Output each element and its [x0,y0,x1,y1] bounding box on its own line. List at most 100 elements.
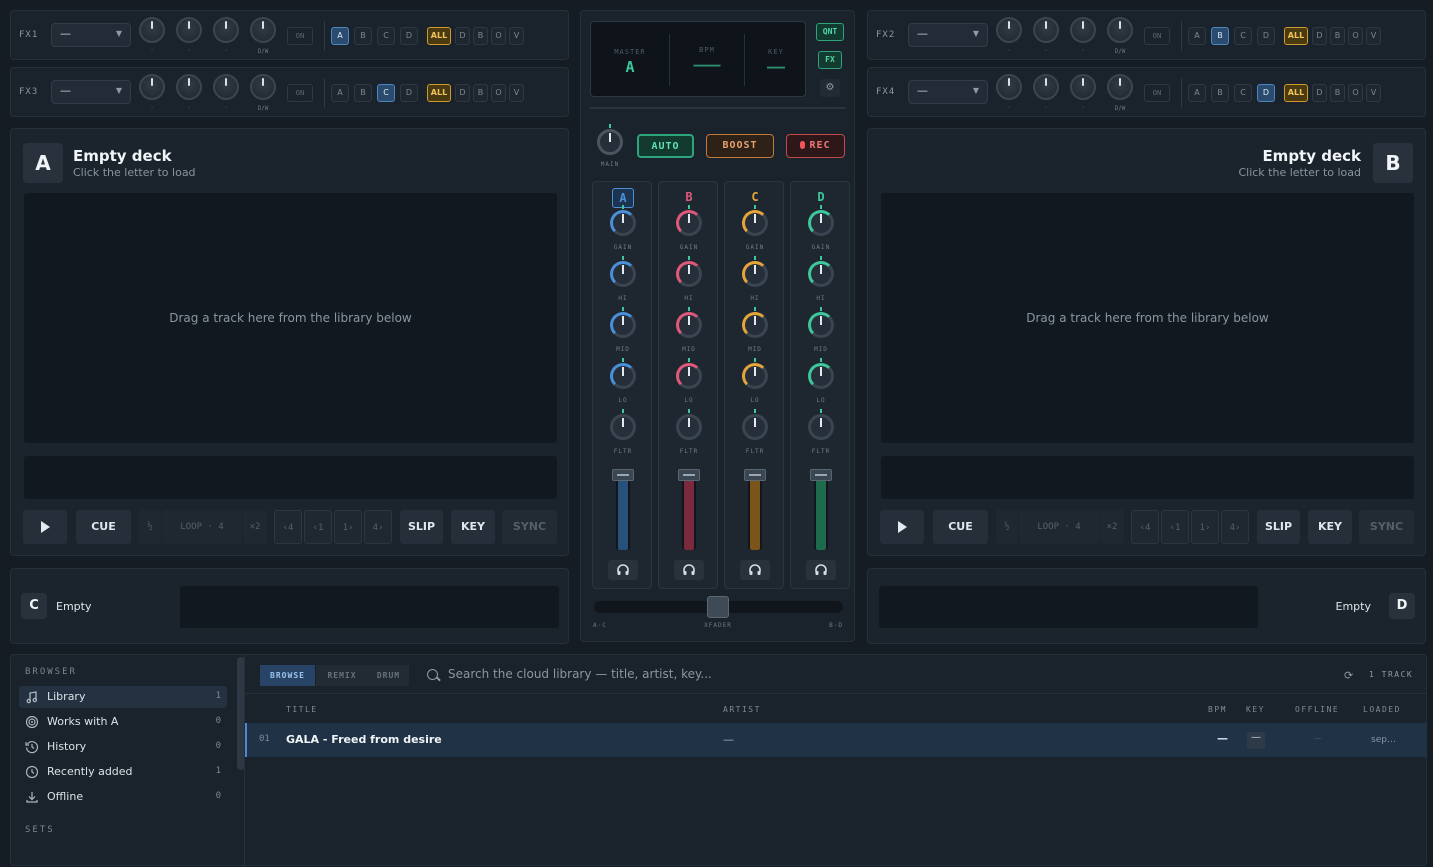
channel-b-lo-knob[interactable] [676,363,702,389]
fx-param-knob-2[interactable] [176,74,202,100]
deck-b-slip-button[interactable]: SLIP [1257,510,1300,544]
fx-channel-c-button[interactable]: C [377,27,395,45]
fx-effect-select[interactable]: — ▼ [908,23,988,47]
channel-d-fader-cap[interactable] [810,469,832,481]
channel-d-cue-button[interactable] [806,560,836,580]
main-volume-knob[interactable] [597,129,623,155]
fx-channel-b-button[interactable]: B [354,84,372,102]
fx-channel-a-button[interactable]: A [1188,84,1206,102]
sidebar-item-works-with-a[interactable]: Works with A 0 [19,711,227,733]
fx-output-3-button[interactable]: V [1366,27,1381,45]
channel-a-gain-knob[interactable] [610,210,636,236]
auto-button[interactable]: AUTO [637,134,694,158]
fx-on-button[interactable]: ON [1144,27,1170,45]
fx-channel-d-button[interactable]: D [400,84,418,102]
channel-c-hi-knob[interactable] [742,261,768,287]
channel-a-hi-knob[interactable] [610,261,636,287]
sidebar-item-history[interactable]: History 0 [19,736,227,758]
crossfader-handle[interactable] [707,596,729,618]
fx-param-knob-4[interactable] [250,17,276,43]
fx-output-3-button[interactable]: V [1366,84,1381,102]
tab-drum[interactable]: DRUM [368,665,409,686]
fx-output-2-button[interactable]: O [491,84,506,102]
col-loaded[interactable]: LOADED [1363,705,1401,714]
settings-icon[interactable]: ⚙ [820,79,840,97]
channel-d-fltr-knob[interactable] [808,414,834,440]
channel-d-gain-knob[interactable] [808,210,834,236]
record-button[interactable]: REC [786,134,845,158]
boost-button[interactable]: BOOST [706,134,774,158]
fx-param-knob-4[interactable] [1107,74,1133,100]
channel-a-volume-fader[interactable] [616,474,630,550]
fx-output-0-button[interactable]: D [1312,27,1327,45]
sidebar-item-recently-added[interactable]: Recently added 1 [19,761,227,783]
deck-b-load-button[interactable]: B [1373,143,1413,183]
fx-effect-select[interactable]: — ▼ [908,80,988,104]
deck-a-overview[interactable] [24,456,557,499]
deck-b-loop-button[interactable]: LOOP · 4 [1019,510,1099,544]
fx-param-knob-3[interactable] [1070,74,1096,100]
fx-param-knob-3[interactable] [213,17,239,43]
deck-b-play-button[interactable] [880,510,924,544]
fx-on-button[interactable]: ON [1144,84,1170,102]
fx-channel-c-button[interactable]: C [1234,27,1252,45]
fx-output-1-button[interactable]: B [473,84,488,102]
col-offline[interactable]: OFFLINE [1295,705,1339,714]
channel-b-hi-knob[interactable] [676,261,702,287]
fx-channel-a-button[interactable]: A [331,27,349,45]
search-input[interactable]: Search the cloud library — title, artist… [448,667,1148,683]
crossfader[interactable] [594,596,843,618]
deck-b-waveform[interactable]: Drag a track here from the library below [881,193,1414,443]
fx-output-0-button[interactable]: D [455,84,470,102]
tab-browse[interactable]: BROWSE [260,665,315,686]
deck-a-loop-halve-button[interactable]: ½ [139,510,161,544]
fx-channel-d-button[interactable]: D [1257,84,1275,102]
fx-channel-c-button[interactable]: C [1234,84,1252,102]
fx-all-button[interactable]: ALL [1284,84,1308,102]
fx-output-1-button[interactable]: B [1330,84,1345,102]
tab-remix[interactable]: REMIX [316,665,368,686]
channel-b-fltr-knob[interactable] [676,414,702,440]
col-key[interactable]: KEY [1246,705,1265,714]
deck-a-jump-fwd4-button[interactable]: 4› [364,510,392,544]
channel-d-hi-knob[interactable] [808,261,834,287]
fx-channel-c-button[interactable]: C [377,84,395,102]
fx-param-knob-1[interactable] [139,17,165,43]
channel-a-fader-cap[interactable] [612,469,634,481]
fx-param-knob-4[interactable] [1107,17,1133,43]
fx-output-0-button[interactable]: D [1312,84,1327,102]
deck-b-overview[interactable] [881,456,1414,499]
deck-b-loop-double-button[interactable]: ×2 [1100,510,1124,544]
fx-output-3-button[interactable]: V [509,27,524,45]
deck-b-loop-halve-button[interactable]: ½ [996,510,1018,544]
deck-a-jump-back4-button[interactable]: ‹4 [274,510,302,544]
sidebar-item-library[interactable]: Library 1 [19,686,227,708]
fx-output-2-button[interactable]: O [1348,84,1363,102]
deck-c-waveform[interactable] [180,586,559,628]
fx-output-1-button[interactable]: B [473,27,488,45]
fx-output-0-button[interactable]: D [455,27,470,45]
channel-c-fltr-knob[interactable] [742,414,768,440]
deck-a-cue-button[interactable]: CUE [76,510,131,544]
fx-param-knob-2[interactable] [176,17,202,43]
channel-c-cue-button[interactable] [740,560,770,580]
channel-a-fltr-knob[interactable] [610,414,636,440]
fx-param-knob-3[interactable] [1070,17,1096,43]
channel-b-gain-knob[interactable] [676,210,702,236]
deck-b-key-button[interactable]: KEY [1308,510,1352,544]
fx-param-knob-1[interactable] [996,74,1022,100]
fx-output-3-button[interactable]: V [509,84,524,102]
deck-c-load-button[interactable]: C [21,593,47,619]
fx-param-knob-1[interactable] [996,17,1022,43]
deck-a-play-button[interactable] [23,510,67,544]
fx-channel-b-button[interactable]: B [1211,27,1229,45]
fx-all-button[interactable]: ALL [427,27,451,45]
col-artist[interactable]: ARTIST [723,705,761,714]
channel-c-gain-knob[interactable] [742,210,768,236]
col-bpm[interactable]: BPM [1208,705,1227,714]
channel-b-fader-cap[interactable] [678,469,700,481]
fx-output-2-button[interactable]: O [1348,27,1363,45]
deck-b-jump-fwd4-button[interactable]: 4› [1221,510,1249,544]
channel-a-cue-button[interactable] [608,560,638,580]
refresh-icon[interactable]: ⟳ [1344,669,1353,682]
